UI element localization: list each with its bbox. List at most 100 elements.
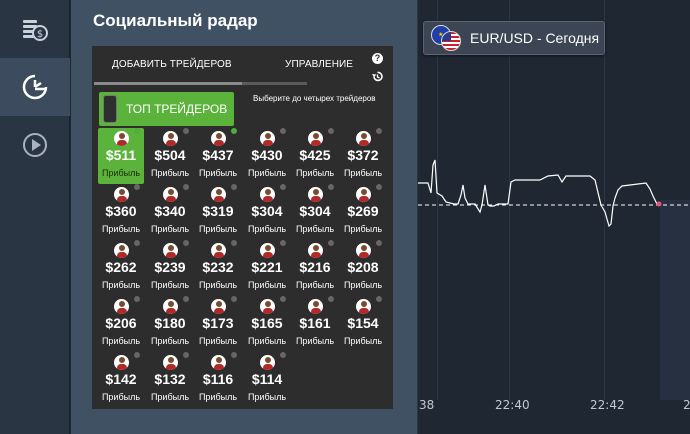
trader-profit-label: Прибыль <box>198 392 238 402</box>
trader-profit-amount: $304 <box>299 203 331 219</box>
help-icon[interactable]: ? <box>372 53 383 64</box>
trader-profit-label: Прибыль <box>343 224 383 234</box>
trader-profit-amount: $116 <box>202 371 234 387</box>
trader-profit-label: Прибыль <box>343 280 383 290</box>
asset-label: EUR/USD - Сегодня <box>470 30 600 46</box>
status-dot-icon <box>231 296 237 302</box>
social-radar-panel: Социальный радар ДОБАВИТЬ ТРЕЙДЕРОВ УПРА… <box>71 0 418 434</box>
status-dot-icon <box>134 352 140 358</box>
trader-card[interactable]: $206 Прибыль <box>98 296 144 352</box>
tab-add-traders[interactable]: ДОБАВИТЬ ТРЕЙДЕРОВ <box>112 59 232 70</box>
trader-avatar <box>114 131 129 146</box>
status-dot-icon <box>231 184 237 190</box>
trader-profit-amount: $319 <box>202 203 234 219</box>
trader-profit-label: Прибыль <box>150 392 190 402</box>
active-tab-indicator <box>94 82 242 85</box>
trader-card[interactable]: $132 Прибыль <box>147 352 193 408</box>
trader-profit-amount: $437 <box>202 147 234 163</box>
trader-profit-amount: $430 <box>251 147 283 163</box>
trader-profit-amount: $132 <box>154 371 186 387</box>
toggle-knob <box>103 95 117 123</box>
trader-avatar <box>211 243 226 258</box>
trader-card[interactable]: $262 Прибыль <box>98 240 144 296</box>
trader-profit-amount: $425 <box>299 147 331 163</box>
status-dot-icon <box>328 184 334 190</box>
trader-profit-label: Прибыль <box>101 336 141 346</box>
trader-card[interactable]: $425 Прибыль <box>292 128 338 184</box>
trader-card[interactable]: $208 Прибыль <box>340 240 386 296</box>
rail-button-assets[interactable]: $ <box>0 0 70 58</box>
side-rail: $ <box>0 0 70 434</box>
trader-card[interactable]: $239 Прибыль <box>147 240 193 296</box>
status-dot-icon <box>376 184 382 190</box>
trader-profit-label: Прибыль <box>150 168 190 178</box>
status-dot-icon <box>134 296 140 302</box>
trader-profit-label: Прибыль <box>343 168 383 178</box>
status-dot-icon <box>280 128 286 134</box>
choose-hint: Выберите до четырех трейдеров <box>253 94 376 103</box>
trader-card[interactable]: $142 Прибыль <box>98 352 144 408</box>
trader-card[interactable]: $504 Прибыль <box>147 128 193 184</box>
trader-avatar <box>308 187 323 202</box>
trader-profit-amount: $154 <box>347 315 379 331</box>
trader-profit-amount: $304 <box>251 203 283 219</box>
trader-card[interactable]: $304 Прибыль <box>292 184 338 240</box>
trader-card[interactable]: $221 Прибыль <box>244 240 290 296</box>
trader-profit-amount: $216 <box>299 259 331 275</box>
trader-card[interactable]: $437 Прибыль <box>195 128 241 184</box>
trader-avatar <box>211 355 226 370</box>
trader-avatar <box>308 131 323 146</box>
trader-card[interactable]: $430 Прибыль <box>244 128 290 184</box>
trader-card[interactable]: $360 Прибыль <box>98 184 144 240</box>
trader-profit-amount: $511 <box>105 147 137 163</box>
trader-card[interactable]: $161 Прибыль <box>292 296 338 352</box>
trader-avatar <box>211 187 226 202</box>
trader-profit-amount: $372 <box>347 147 379 163</box>
trader-profit-amount: $232 <box>202 259 234 275</box>
history-icon[interactable] <box>371 70 384 83</box>
trader-profit-label: Прибыль <box>247 224 287 234</box>
time-label: 22:42 <box>590 398 625 412</box>
trader-card[interactable]: $232 Прибыль <box>195 240 241 296</box>
play-icon <box>23 133 47 157</box>
trader-profit-label: Прибыль <box>101 392 141 402</box>
top-traders-button[interactable]: ТОП ТРЕЙДЕРОВ <box>99 92 234 126</box>
trader-profit-amount: $173 <box>202 315 234 331</box>
trader-card[interactable]: $165 Прибыль <box>244 296 290 352</box>
status-dot-icon <box>280 184 286 190</box>
tab-manage[interactable]: УПРАВЛЕНИЕ <box>285 59 353 70</box>
trader-profit-label: Прибыль <box>198 168 238 178</box>
trader-avatar <box>356 243 371 258</box>
trading-app: 38 22:40 22:42 2 EUR/USD - Сегодня $ <box>0 0 690 434</box>
trader-profit-label: Прибыль <box>247 168 287 178</box>
status-dot-icon <box>183 296 189 302</box>
trader-profit-amount: $165 <box>251 315 283 331</box>
trader-card[interactable]: $269 Прибыль <box>340 184 386 240</box>
trader-avatar <box>114 243 129 258</box>
trader-profit-amount: $161 <box>299 315 331 331</box>
trader-card[interactable]: $216 Прибыль <box>292 240 338 296</box>
coins-icon: $ <box>23 20 48 41</box>
trader-avatar <box>163 299 178 314</box>
trader-card[interactable]: $304 Прибыль <box>244 184 290 240</box>
time-label: 2 <box>683 398 690 412</box>
trader-profit-label: Прибыль <box>101 168 141 178</box>
trader-profit-label: Прибыль <box>343 336 383 346</box>
trader-card[interactable]: $154 Прибыль <box>340 296 386 352</box>
trader-profit-label: Прибыль <box>247 336 287 346</box>
trader-card[interactable]: $114 Прибыль <box>244 352 290 408</box>
trader-profit-label: Прибыль <box>150 224 190 234</box>
asset-selector[interactable]: EUR/USD - Сегодня <box>423 21 605 55</box>
trader-card[interactable]: $340 Прибыль <box>147 184 193 240</box>
rail-button-video[interactable] <box>0 116 70 174</box>
trader-card[interactable]: $319 Прибыль <box>195 184 241 240</box>
trader-card[interactable]: $180 Прибыль <box>147 296 193 352</box>
trader-card[interactable]: $116 Прибыль <box>195 352 241 408</box>
rail-button-social-radar[interactable] <box>0 58 70 116</box>
trader-card[interactable]: $372 Прибыль <box>340 128 386 184</box>
trader-profit-label: Прибыль <box>101 280 141 290</box>
trader-profit-label: Прибыль <box>198 336 238 346</box>
trader-card[interactable]: $511 Прибыль <box>98 128 144 184</box>
status-dot-icon <box>183 128 189 134</box>
trader-card[interactable]: $173 Прибыль <box>195 296 241 352</box>
